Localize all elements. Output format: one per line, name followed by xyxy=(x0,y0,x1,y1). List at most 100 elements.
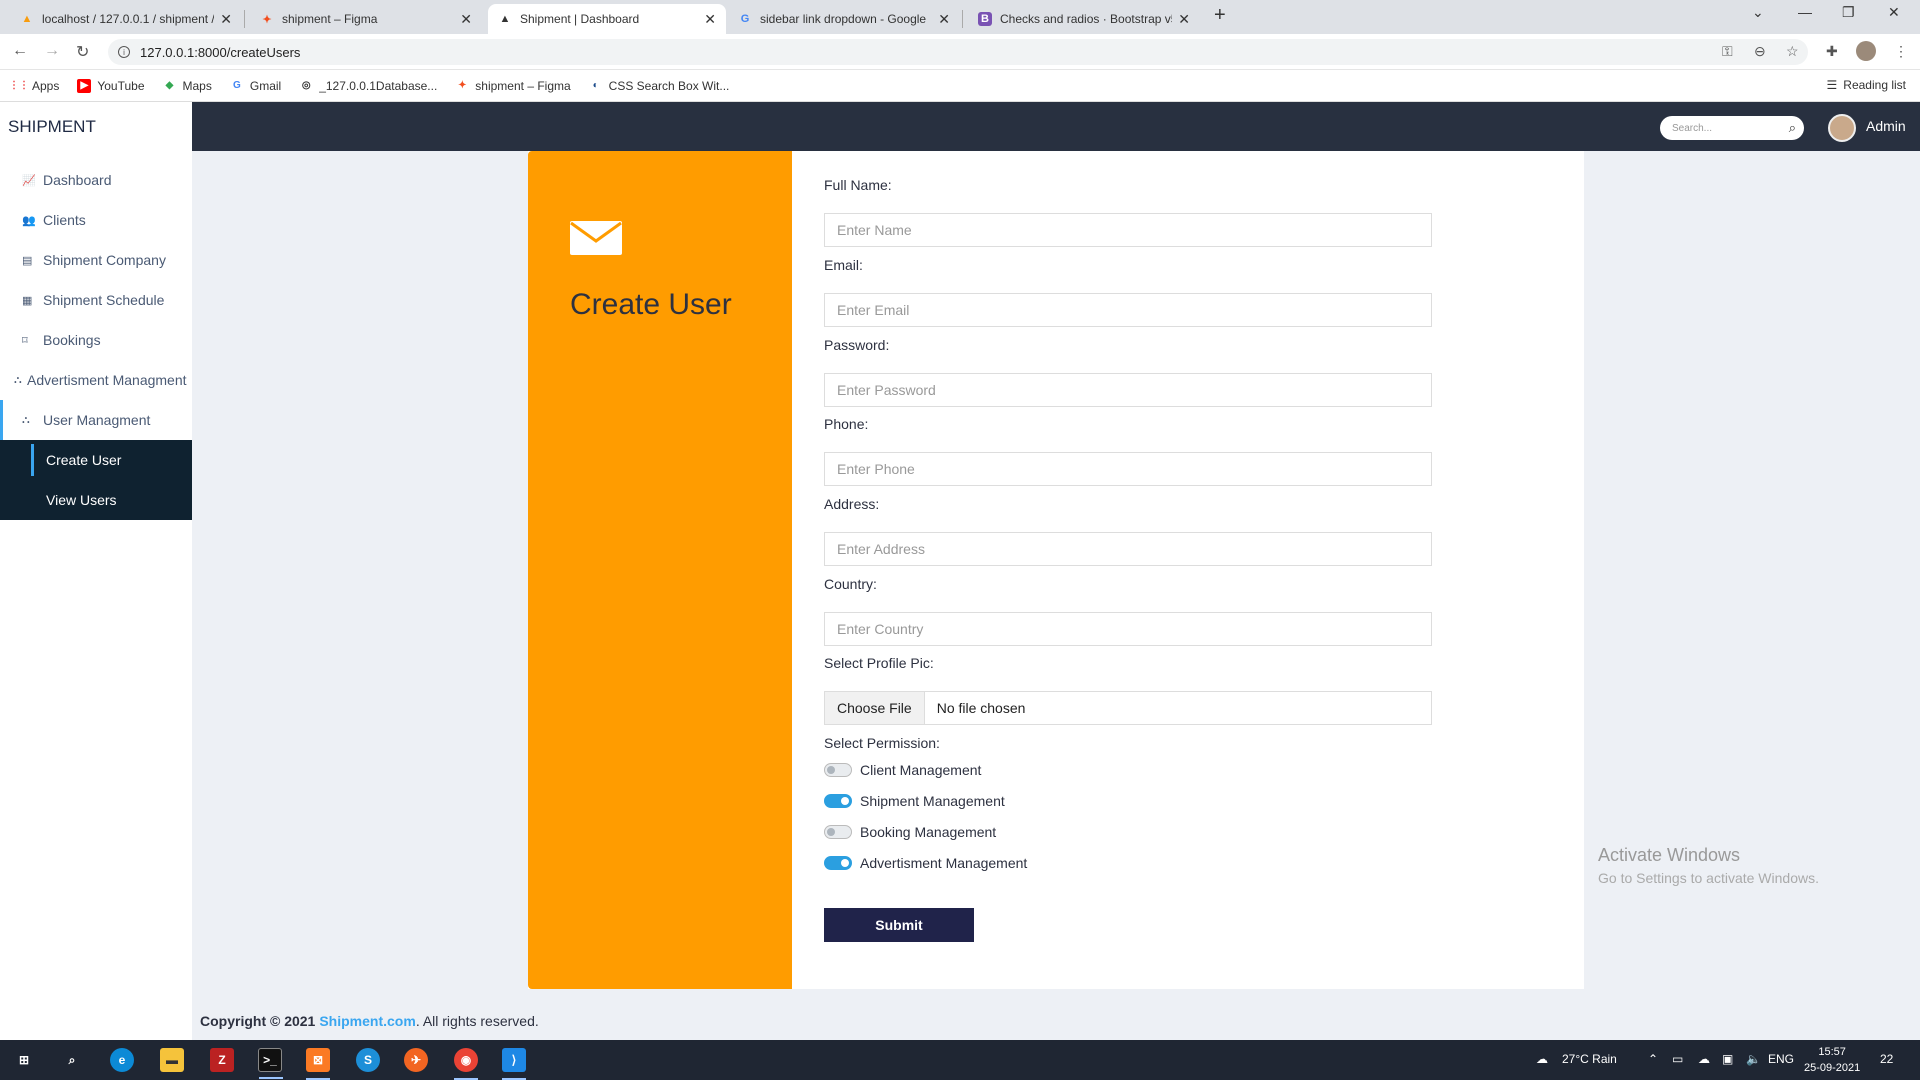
monitor-icon[interactable]: ▣ xyxy=(1722,1052,1733,1066)
network-icon[interactable]: ▭ xyxy=(1672,1052,1683,1066)
submit-button[interactable]: Submit xyxy=(824,908,974,942)
forward-icon[interactable]: → xyxy=(44,42,60,60)
restore-icon[interactable]: ❐ xyxy=(1842,4,1855,21)
submenu-view-users[interactable]: View Users xyxy=(0,480,192,520)
close-icon[interactable]: ✕ xyxy=(220,11,232,28)
reading-list[interactable]: ☰ Reading list xyxy=(1827,78,1906,92)
phone-label: Phone: xyxy=(824,416,869,432)
language-indicator[interactable]: ENG xyxy=(1768,1052,1794,1066)
bookmark-figma[interactable]: ✦ shipment – Figma xyxy=(455,79,571,93)
system-clock[interactable]: 15:57 25-09-2021 xyxy=(1804,1044,1860,1076)
notifications-icon[interactable]: 22 xyxy=(1880,1052,1893,1066)
password-label: Password: xyxy=(824,337,890,353)
toggle-switch[interactable] xyxy=(824,856,852,870)
edge-icon[interactable]: e xyxy=(110,1048,134,1072)
user-managment-submenu: Create User View Users xyxy=(0,440,192,520)
weather-text[interactable]: 27°C Rain xyxy=(1562,1052,1617,1066)
bookmark-css-search[interactable]: ◐ CSS Search Box Wit... xyxy=(589,79,730,93)
window-close-icon[interactable]: ✕ xyxy=(1888,4,1900,21)
phone-input[interactable] xyxy=(824,452,1432,486)
profile-pic-file-input[interactable]: Choose File No file chosen xyxy=(824,691,1432,725)
page-title: Create User xyxy=(570,288,732,321)
permission-booking-management[interactable]: Booking Management xyxy=(824,824,996,840)
zoom-icon[interactable]: ⊖ xyxy=(1754,43,1766,60)
sidebar-item-clients[interactable]: 👥 Clients xyxy=(0,200,192,240)
browser-tab[interactable]: B Checks and radios · Bootstrap v5 ✕ xyxy=(968,4,1200,34)
address-input[interactable] xyxy=(824,532,1432,566)
close-icon[interactable]: ✕ xyxy=(1178,11,1190,28)
browser-tab[interactable]: ▲ localhost / 127.0.0.1 / shipment / ✕ xyxy=(10,4,242,34)
bookmark-apps[interactable]: ⋮⋮ Apps xyxy=(9,79,59,93)
chevron-up-icon[interactable]: ⌃ xyxy=(1648,1052,1658,1066)
menu-icon[interactable]: ⋮ xyxy=(1894,43,1908,60)
search-input[interactable]: Search... ⌕ xyxy=(1660,116,1804,140)
bookmark-database[interactable]: ◎ _127.0.0.1Database... xyxy=(299,79,437,93)
file-explorer-icon[interactable]: ▬ xyxy=(160,1048,184,1072)
search-icon[interactable]: ⌕ xyxy=(1789,120,1796,136)
bookmark-gmail[interactable]: G Gmail xyxy=(230,79,281,93)
sidebar-item-shipment-company[interactable]: ▤ Shipment Company xyxy=(0,240,192,280)
bookmark-maps[interactable]: ◆ Maps xyxy=(163,79,212,93)
sidebar-item-advertisment[interactable]: ⛬ Advertisment Managment xyxy=(0,360,192,400)
star-icon[interactable]: ☆ xyxy=(1786,43,1799,60)
browser-tab-bar: ▲ localhost / 127.0.0.1 / shipment / ✕ ✦… xyxy=(0,0,1920,34)
sidebar-item-shipment-schedule[interactable]: ▦ Shipment Schedule xyxy=(0,280,192,320)
figma-icon: ✦ xyxy=(262,13,272,26)
terminal-icon[interactable]: >_ xyxy=(258,1048,283,1079)
country-input[interactable] xyxy=(824,612,1432,646)
profile-avatar[interactable] xyxy=(1856,41,1876,61)
close-icon[interactable]: ✕ xyxy=(938,11,950,28)
sidebar-item-dashboard[interactable]: 📈 Dashboard xyxy=(0,160,192,200)
toggle-switch[interactable] xyxy=(824,763,852,777)
reload-icon[interactable]: ↻ xyxy=(76,42,89,62)
submenu-create-user[interactable]: Create User xyxy=(0,440,192,480)
key-icon[interactable]: ⚿ xyxy=(1722,43,1733,60)
filezilla-icon[interactable]: Z xyxy=(210,1048,234,1072)
permission-shipment-management[interactable]: Shipment Management xyxy=(824,793,1005,809)
toggle-knob xyxy=(841,797,849,805)
toggle-switch[interactable] xyxy=(824,825,852,839)
activate-windows-title: Activate Windows xyxy=(1598,845,1741,865)
sidebar-item-user-managment[interactable]: ⛬ User Managment xyxy=(0,400,192,440)
xampp-icon[interactable]: ⊠ xyxy=(306,1048,330,1080)
postman-icon[interactable]: ✈ xyxy=(404,1048,428,1072)
browser-tab-active[interactable]: ▲ Shipment | Dashboard ✕ xyxy=(488,4,726,34)
vscode-icon[interactable]: ⟩ xyxy=(502,1048,526,1080)
user-name[interactable]: Admin xyxy=(1866,118,1906,134)
app-icon: ▲ xyxy=(499,13,511,25)
country-label: Country: xyxy=(824,576,877,592)
bookmark-youtube[interactable]: ▶ YouTube xyxy=(77,78,145,93)
browser-tab[interactable]: ✦ shipment – Figma ✕ xyxy=(250,4,482,34)
brand-logo[interactable]: SHIPMENT xyxy=(8,117,96,137)
onedrive-icon[interactable]: ☁ xyxy=(1698,1052,1710,1066)
back-icon[interactable]: ← xyxy=(12,42,28,60)
close-icon[interactable]: ✕ xyxy=(460,11,472,28)
password-input[interactable] xyxy=(824,373,1432,407)
skype-icon[interactable]: S xyxy=(356,1048,380,1072)
footer-link[interactable]: Shipment.com xyxy=(319,1013,415,1029)
chrome-icon[interactable]: ◉ xyxy=(454,1048,478,1080)
avatar[interactable] xyxy=(1828,114,1856,142)
weather-icon[interactable]: ☁ xyxy=(1536,1052,1548,1066)
close-icon[interactable]: ✕ xyxy=(704,11,716,28)
toggle-switch[interactable] xyxy=(824,794,852,808)
bookmarks-bar: ⋮⋮ Apps ▶ YouTube ◆ Maps G Gmail ◎ _127.… xyxy=(0,70,1920,102)
browser-tab[interactable]: G sidebar link dropdown - Google ✕ xyxy=(728,4,960,34)
full-name-input[interactable] xyxy=(824,213,1432,247)
volume-icon[interactable]: 🔈 xyxy=(1746,1052,1761,1066)
sidebar-item-bookings[interactable]: ⌑ Bookings xyxy=(0,320,192,360)
extensions-icon[interactable]: ✚ xyxy=(1826,43,1838,60)
activate-windows-subtitle: Go to Settings to activate Windows. xyxy=(1598,870,1819,886)
permission-client-management[interactable]: Client Management xyxy=(824,762,981,778)
new-tab-button[interactable]: + xyxy=(1214,4,1226,27)
info-icon[interactable]: i xyxy=(118,46,130,58)
search-icon[interactable]: ⌕ xyxy=(60,1048,84,1072)
tab-search-icon[interactable]: ⌄ xyxy=(1752,4,1764,21)
email-input[interactable] xyxy=(824,293,1432,327)
windows-start-icon[interactable]: ⊞ xyxy=(12,1048,36,1072)
permission-advertisment-management[interactable]: Advertisment Management xyxy=(824,855,1027,871)
minimize-icon[interactable]: — xyxy=(1798,4,1812,20)
choose-file-button[interactable]: Choose File xyxy=(825,692,925,724)
address-bar-row: ← → ↻ i 127.0.0.1:8000/createUsers ⚿ ⊖ ☆… xyxy=(0,34,1920,70)
url-field[interactable]: i 127.0.0.1:8000/createUsers xyxy=(108,39,1808,65)
